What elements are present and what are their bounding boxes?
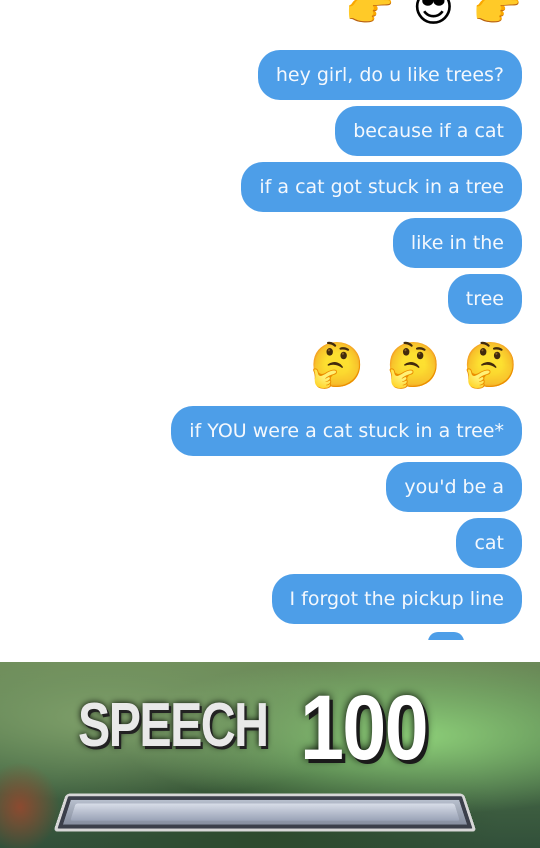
thinking-emoji-row: 🤔 🤔 🤔 <box>310 340 518 392</box>
message-bubble[interactable]: I forgot the pickup line <box>271 574 522 624</box>
message-bubble[interactable]: because if a cat <box>335 106 522 156</box>
message-bubble[interactable]: tree <box>447 274 522 324</box>
message-bubble[interactable]: if YOU were a cat stuck in a tree* <box>171 406 522 456</box>
message-row: I forgot the pickup line <box>271 574 522 624</box>
thinking-face-emoji: 🤔 <box>386 340 442 391</box>
partial-message-bubble <box>428 632 464 640</box>
message-row: like in the <box>392 218 522 268</box>
message-row: tree <box>447 274 522 324</box>
skill-level-up-banner: SPEECH 100 <box>0 662 540 848</box>
message-row: if YOU were a cat stuck in a tree* <box>171 406 522 456</box>
thinking-face-emoji: 🤔 <box>463 340 518 391</box>
thinking-face-emoji: 🤔 <box>309 340 365 391</box>
background-blur <box>0 762 60 848</box>
top-emoji-row: 👉 😎 👉 <box>345 0 522 30</box>
message-bubble[interactable]: you'd be a <box>386 462 522 512</box>
message-bubble[interactable]: hey girl, do u like trees? <box>257 50 522 100</box>
message-row: because if a cat <box>335 106 522 156</box>
skill-progress-bar <box>53 793 477 832</box>
message-bubble[interactable]: cat <box>456 518 522 568</box>
message-row: you'd be a <box>386 462 522 512</box>
message-bubble[interactable]: like in the <box>392 218 522 268</box>
skill-name: SPEECH <box>78 691 269 760</box>
skill-progress-fill <box>70 803 460 821</box>
message-bubble[interactable]: if a cat got stuck in a tree <box>241 162 522 212</box>
message-row: cat <box>456 518 522 568</box>
pointing-hand-emoji: 👉 <box>472 0 522 31</box>
pointing-hand-emoji: 👉 <box>344 0 395 31</box>
chat-screenshot: 👉 😎 👉 hey girl, do u like trees? because… <box>0 0 540 640</box>
message-row: if a cat got stuck in a tree <box>241 162 522 212</box>
skill-level: 100 <box>300 677 429 779</box>
sunglasses-face-emoji: 😎 <box>412 0 455 31</box>
message-row: hey girl, do u like trees? <box>257 50 522 100</box>
